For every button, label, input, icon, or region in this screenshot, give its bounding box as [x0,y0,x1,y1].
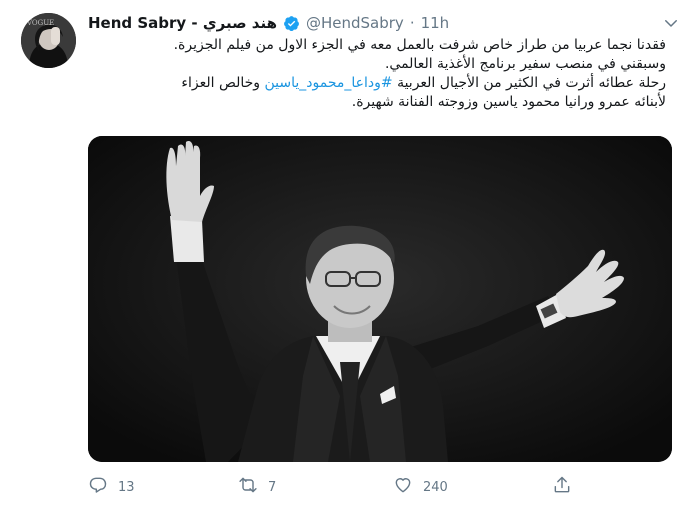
tweet-text-segment: رحلة عطائه أثرت في الكثير من الأجيال الع… [397,75,666,91]
tweet-text-line: رحلة عطائه أثرت في الكثير من الأجيال الع… [88,74,666,93]
share-button[interactable] [552,474,572,500]
display-name[interactable]: Hend Sabry - هند صبري [88,14,277,32]
user-handle[interactable]: @HendSabry [306,14,404,32]
tweet-card: VOGUE Hend Sabry - هند صبري @HendSabry ·… [0,0,700,507]
tweet-text-line: وسبقني في منصب سفير برنامج الأغذية العال… [384,56,666,72]
tweet-text: فقدنا نجما عربيا من طراز خاص شرفت بالعمل… [88,36,666,112]
hashtag-link[interactable]: #وداعا_محمود_ياسين [265,75,393,91]
tweet-header: Hend Sabry - هند صبري @HendSabry · 11h [88,12,449,34]
reply-icon [88,475,108,499]
svg-text:VOGUE: VOGUE [26,19,54,27]
reply-button[interactable]: 13 [88,474,135,500]
heart-icon [393,475,413,499]
tweet-actions: 13 7 240 [88,474,588,500]
share-icon [552,475,572,499]
reply-count: 13 [118,479,135,495]
verified-badge-icon [283,15,300,32]
retweet-button[interactable]: 7 [238,474,276,500]
tweet-text-segment: وخالص العزاء [181,75,261,91]
tweet-text-line: لأبنائه عمرو ورانيا محمود ياسين وزوجته ا… [351,94,666,110]
avatar[interactable]: VOGUE [21,13,76,68]
retweet-icon [238,475,258,499]
chevron-down-icon[interactable] [662,14,680,32]
retweet-count: 7 [268,479,277,495]
tweet-text-line: فقدنا نجما عربيا من طراز خاص شرفت بالعمل… [173,37,666,53]
like-button[interactable]: 240 [393,474,448,500]
timestamp[interactable]: 11h [421,14,450,32]
like-count: 240 [423,479,448,495]
tweet-photo[interactable] [88,136,672,462]
separator-dot: · [409,14,415,32]
